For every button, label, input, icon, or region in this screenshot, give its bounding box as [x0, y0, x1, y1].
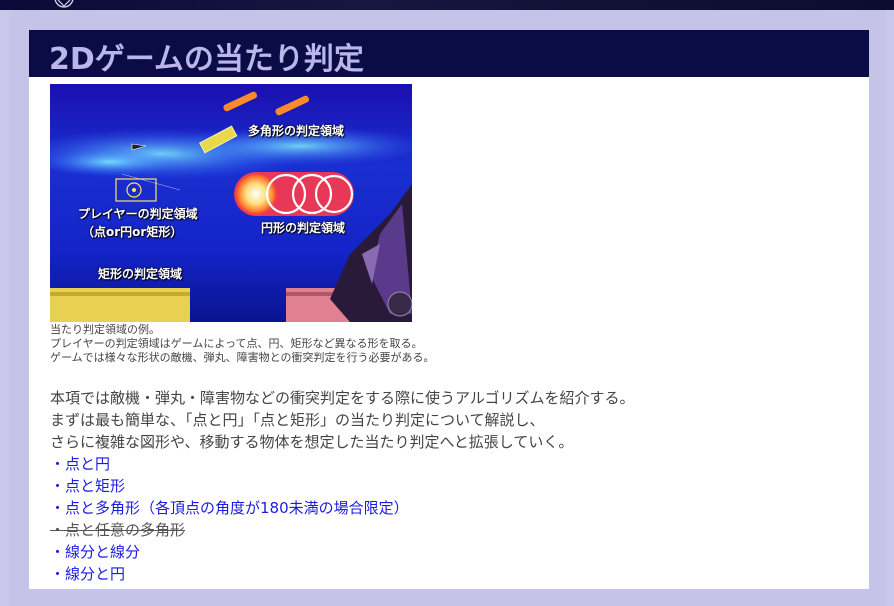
- toc-link-segment-circle[interactable]: ・線分と円: [50, 564, 125, 584]
- page-title: 2Dゲームの当たり判定: [49, 42, 364, 77]
- toc-item-point-any-polygon: ・点と任意の多角形: [50, 521, 186, 539]
- game-scene-illustration: [50, 84, 412, 322]
- intro-paragraph-line: 本項では敵機・弾丸・障害物などの衝突判定をする際に使うアルゴリズムを紹介する。: [50, 389, 635, 407]
- player-area-sublabel: （点or円or矩形）: [82, 225, 183, 239]
- rect-area-label: 矩形の判定領域: [98, 267, 183, 281]
- page-header: 2Dゲームの当たり判定: [29, 30, 869, 77]
- toc-link-point-rect[interactable]: ・点と矩形: [50, 476, 125, 496]
- intro-paragraph-line: さらに複雑な図形や、移動する物体を想定した当たり判定へと拡張していく。: [50, 433, 574, 451]
- site-logo-icon[interactable]: [50, 0, 78, 8]
- top-bar: [0, 0, 894, 10]
- figure-caption-line: 当たり判定領域の例。: [50, 323, 160, 336]
- figure-caption-line: プレイヤーの判定領域はゲームによって点、円、矩形など異なる形を取る。: [50, 337, 423, 350]
- figure-caption-line: ゲームでは様々な形状の敵機、弾丸、障害物との衝突判定を行う必要がある。: [50, 351, 435, 364]
- toc-link-point-convex-polygon[interactable]: ・点と多角形（各頂点の角度が180未満の場合限定）: [50, 498, 409, 518]
- toc-link-point-circle[interactable]: ・点と円: [50, 454, 110, 474]
- polygon-area-label: 多角形の判定領域: [248, 124, 345, 138]
- player-area-label: プレイヤーの判定領域: [78, 207, 198, 221]
- hit-area-example-image: 多角形の判定領域 プレイヤーの判定領域 （点or円or矩形） 円形の判定領域 矩…: [50, 84, 412, 322]
- toc-link-segment-segment[interactable]: ・線分と線分: [50, 542, 140, 562]
- circle-area-label: 円形の判定領域: [261, 221, 346, 235]
- fireball-sprite: [234, 172, 354, 216]
- intro-paragraph-line: まずは最も簡単な、「点と円」「点と矩形」の当たり判定について解説し、: [50, 411, 545, 429]
